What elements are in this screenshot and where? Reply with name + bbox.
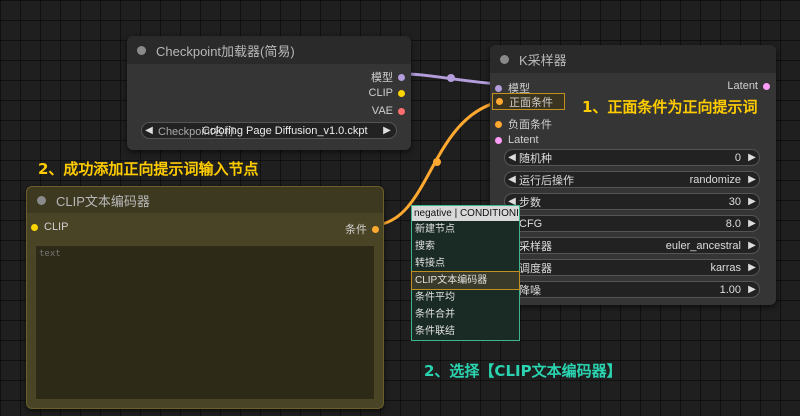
widget-sampler-label: 采样器	[519, 240, 552, 253]
menu-item-search[interactable]: 搜索	[412, 238, 519, 255]
clip-text-encoder-node[interactable]: CLIP文本编码器 CLIP 条件	[26, 186, 384, 409]
widget-denoise-label: 降噪	[519, 284, 541, 297]
widget-seed-value: 0	[734, 151, 741, 164]
clip-text-encoder-title: CLIP文本编码器	[56, 193, 150, 209]
widget-scheduler[interactable]: ◀ 调度器 karras ▶	[504, 259, 760, 276]
ckpt-name-combo[interactable]: ◀ Checkpoint名称 Coloring Page Diffusion_v…	[141, 122, 397, 139]
combo-right-arrow-icon[interactable]: ▶	[380, 125, 394, 136]
increment-arrow-icon[interactable]: ▶	[745, 174, 759, 185]
combo-left-arrow-icon[interactable]: ◀	[142, 125, 156, 136]
input-positive[interactable]: 正面条件	[492, 93, 565, 110]
prompt-text-input[interactable]	[35, 245, 375, 400]
input-clip-label: CLIP	[44, 221, 69, 233]
ksampler-title: K采样器	[519, 52, 567, 68]
widget-scheduler-label: 调度器	[519, 262, 552, 275]
annotation-step2-node: 2、成功添加正向提示词输入节点	[38, 160, 259, 178]
widget-steps-value: 30	[728, 195, 741, 208]
collapse-dot-icon[interactable]	[37, 195, 46, 205]
menu-item-conditioning-average[interactable]: 条件平均	[412, 289, 519, 306]
widget-seed-label: 随机种	[519, 152, 552, 165]
input-model-dot-icon[interactable]	[495, 84, 502, 92]
output-vae-label: VAE	[371, 105, 393, 117]
widget-control-after-generate[interactable]: ◀ 运行后操作 randomize ▶	[504, 171, 760, 188]
menu-item-conditioning-concat[interactable]: 条件联结	[412, 323, 519, 340]
output-clip-dot-icon[interactable]	[398, 89, 405, 97]
increment-arrow-icon[interactable]: ▶	[745, 284, 759, 295]
widget-scheduler-value: karras	[710, 261, 741, 274]
collapse-dot-icon[interactable]	[137, 45, 146, 55]
increment-arrow-icon[interactable]: ▶	[745, 218, 759, 229]
widget-control-label: 运行后操作	[519, 174, 574, 187]
input-clip[interactable]: CLIP	[31, 221, 68, 233]
ksampler-title-bar[interactable]: K采样器	[490, 45, 776, 73]
input-positive-label: 正面条件	[509, 96, 553, 109]
decrement-arrow-icon[interactable]: ◀	[505, 152, 519, 163]
input-latent[interactable]: Latent	[495, 134, 539, 146]
widget-steps[interactable]: ◀ 步数 30 ▶	[504, 193, 760, 210]
increment-arrow-icon[interactable]: ▶	[745, 196, 759, 207]
increment-arrow-icon[interactable]: ▶	[745, 152, 759, 163]
increment-arrow-icon[interactable]: ▶	[745, 240, 759, 251]
ksampler-node[interactable]: K采样器 模型 Latent 正面条件 负面条件 Latent ◀ 随机种 0 …	[490, 45, 776, 305]
input-negative-dot-icon[interactable]	[495, 120, 502, 128]
menu-item-clip-text-encoder[interactable]: CLIP文本编码器	[411, 271, 520, 290]
ckpt-name-value: Coloring Page Diffusion_v1.0.ckpt	[202, 124, 368, 137]
input-clip-dot-icon[interactable]	[31, 223, 38, 231]
menu-item-conditioning-combine[interactable]: 条件合并	[412, 306, 519, 323]
input-latent-label: Latent	[508, 134, 539, 146]
output-latent-label: Latent	[727, 80, 758, 92]
widget-sampler[interactable]: ◀ 采样器 euler_ancestral ▶	[504, 237, 760, 254]
output-model-dot-icon[interactable]	[398, 73, 405, 81]
input-negative-label: 负面条件	[508, 119, 552, 131]
checkpoint-loader-title-bar[interactable]: Checkpoint加载器(简易)	[127, 36, 411, 64]
widget-denoise[interactable]: ◀ 降噪 1.00 ▶	[504, 281, 760, 298]
widget-cfg-label: CFG	[519, 217, 543, 230]
output-vae[interactable]: VAE	[372, 105, 405, 117]
widget-cfg-value: 8.0	[725, 217, 741, 230]
output-clip-label: CLIP	[368, 87, 393, 99]
input-positive-dot-icon[interactable]	[496, 98, 503, 105]
clip-text-encoder-title-bar[interactable]: CLIP文本编码器	[27, 187, 383, 213]
widget-denoise-value: 1.00	[719, 283, 741, 296]
widget-steps-label: 步数	[519, 196, 541, 209]
checkpoint-loader-node[interactable]: Checkpoint加载器(简易) 模型 CLIP VAE ◀ Checkpoi…	[127, 36, 411, 150]
output-conditioning-label: 条件	[345, 224, 367, 236]
context-menu[interactable]: negative | CONDITIONING 新建节点 搜索 转接点 CLIP…	[411, 205, 520, 341]
menu-header: negative | CONDITIONING	[412, 206, 519, 221]
output-model[interactable]: 模型	[371, 69, 405, 85]
checkpoint-loader-title: Checkpoint加载器(简易)	[156, 43, 295, 59]
menu-item-reroute[interactable]: 转接点	[412, 255, 519, 272]
widget-seed[interactable]: ◀ 随机种 0 ▶	[504, 149, 760, 166]
collapse-dot-icon[interactable]	[500, 54, 509, 64]
decrement-arrow-icon[interactable]: ◀	[505, 174, 519, 185]
output-model-label: 模型	[371, 72, 393, 84]
increment-arrow-icon[interactable]: ▶	[745, 262, 759, 273]
output-latent-dot-icon[interactable]	[763, 82, 770, 90]
input-latent-dot-icon[interactable]	[495, 136, 502, 144]
input-negative[interactable]: 负面条件	[495, 116, 552, 132]
annotation-step2-select: 2、选择【CLIP文本编码器】	[424, 362, 622, 380]
annotation-step1: 1、正面条件为正向提示词	[582, 98, 758, 116]
widget-sampler-value: euler_ancestral	[665, 239, 741, 252]
output-vae-dot-icon[interactable]	[398, 107, 405, 115]
output-conditioning-dot-icon[interactable]	[372, 225, 379, 233]
output-latent[interactable]: Latent	[727, 80, 770, 92]
model-link-midpoint	[447, 74, 455, 82]
widget-control-value: randomize	[689, 173, 741, 186]
output-clip[interactable]: CLIP	[369, 87, 405, 99]
conditioning-link-midpoint	[433, 158, 441, 166]
menu-item-new-node[interactable]: 新建节点	[412, 221, 519, 238]
widget-cfg[interactable]: ◀ CFG 8.0 ▶	[504, 215, 760, 232]
output-conditioning[interactable]: 条件	[345, 221, 379, 237]
